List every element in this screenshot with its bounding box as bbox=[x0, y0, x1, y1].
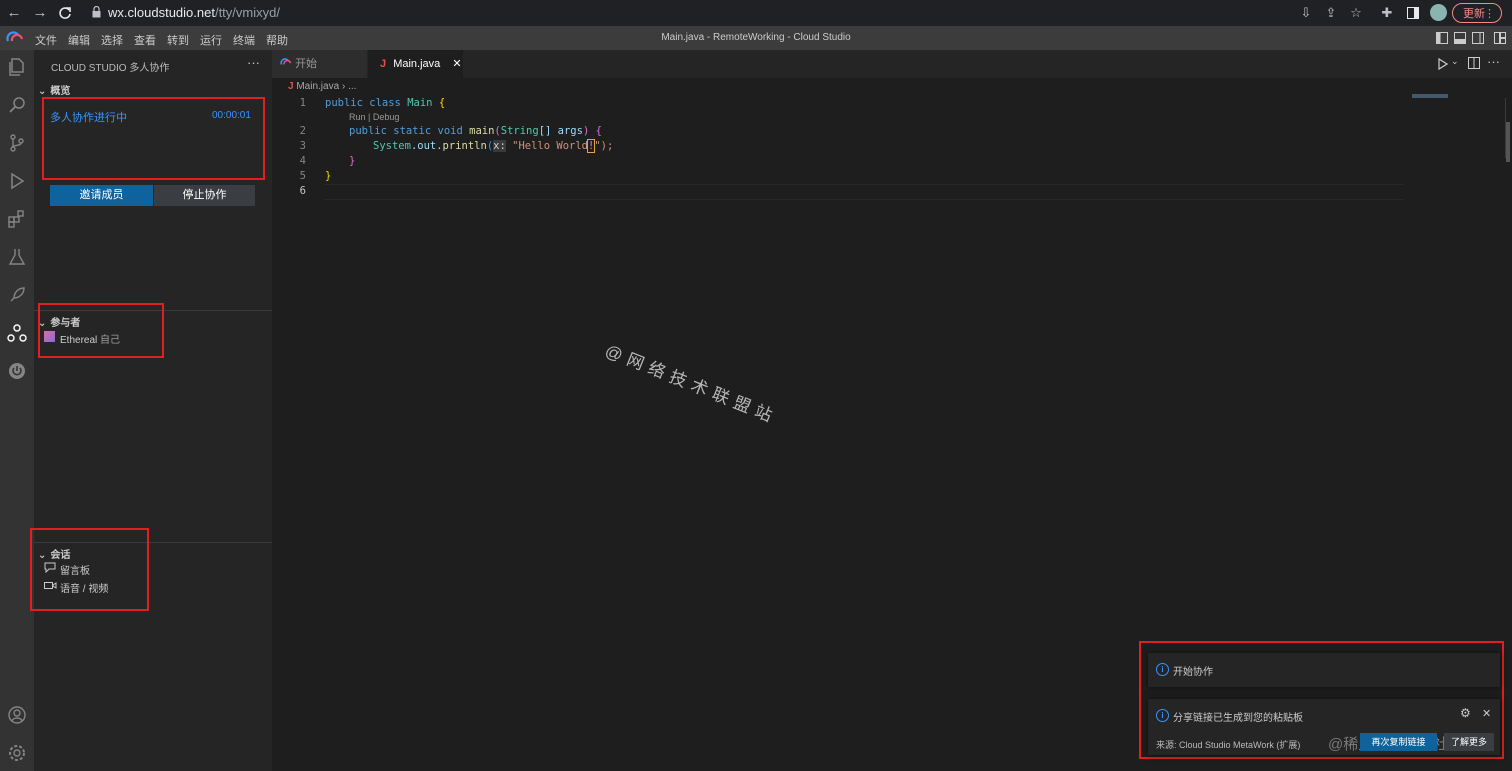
url-path: /tty/vmixyd/ bbox=[214, 5, 280, 20]
notification-start-text: 开始协作 bbox=[1173, 667, 1213, 678]
notification-share-text: 分享链接已生成到您的粘贴板 bbox=[1173, 713, 1303, 724]
copy-link-again-button[interactable]: 再次复制链接 bbox=[1360, 733, 1437, 751]
gear-icon[interactable]: ⚙ bbox=[1460, 706, 1471, 720]
testing-flask-icon[interactable] bbox=[5, 247, 29, 271]
gear-icon[interactable] bbox=[5, 743, 29, 767]
breadcrumb: J Main.java › ... bbox=[288, 81, 356, 92]
collaboration-icon[interactable] bbox=[5, 323, 29, 347]
address-bar[interactable]: wx.cloudstudio.net/tty/vmixyd/ bbox=[108, 5, 280, 20]
breadcrumb-rest[interactable]: ... bbox=[348, 81, 356, 92]
profile-avatar[interactable] bbox=[1430, 4, 1447, 21]
code-line-3: System.out.println(x: "Hello World!"); bbox=[373, 139, 614, 153]
line-number: 6 bbox=[299, 185, 306, 197]
stop-collab-button[interactable]: 停止协作 bbox=[154, 185, 255, 206]
line-number: 4 bbox=[299, 155, 306, 167]
title-bar: 文件 编辑 选择 查看 转到 运行 终端 帮助 Main.java - Remo… bbox=[0, 26, 1512, 50]
deploy-rocket-icon[interactable] bbox=[5, 285, 29, 309]
code-line-2: public static void main(String[] args) { bbox=[349, 125, 602, 137]
notification-source: 来源: Cloud Studio MetaWork (扩展) bbox=[1156, 740, 1301, 750]
back-icon[interactable]: ← bbox=[4, 3, 24, 23]
more-actions-icon[interactable]: ··· bbox=[1487, 54, 1500, 69]
more-vert-icon: ⋮ bbox=[1484, 8, 1495, 20]
line-number: 1 bbox=[299, 97, 306, 109]
overview-header-label: 概览 bbox=[50, 86, 71, 97]
lock-icon bbox=[92, 5, 101, 18]
close-icon[interactable]: ✕ bbox=[452, 58, 461, 70]
current-line-highlight bbox=[324, 184, 1404, 200]
tab-start[interactable]: 开始 bbox=[272, 50, 367, 78]
stop-label: 停止协作 bbox=[182, 189, 227, 201]
search-icon[interactable] bbox=[5, 95, 29, 119]
java-file-icon: J bbox=[288, 81, 294, 92]
learn-more-button[interactable]: 了解更多 bbox=[1444, 733, 1494, 751]
tab-start-label: 开始 bbox=[295, 58, 318, 70]
explorer-icon[interactable] bbox=[5, 57, 29, 81]
reload-icon[interactable] bbox=[55, 3, 75, 23]
install-icon[interactable]: ⇩ bbox=[1297, 4, 1315, 22]
line-number: 2 bbox=[299, 125, 306, 137]
invite-label: 邀请成员 bbox=[79, 189, 124, 201]
power-icon[interactable] bbox=[5, 361, 29, 385]
chevron-down-icon: ⌄ bbox=[38, 86, 47, 97]
inlay-hint: x: bbox=[493, 140, 506, 152]
vertical-scrollbar[interactable] bbox=[1506, 122, 1510, 162]
update-button[interactable]: 更新 ⋮ bbox=[1452, 3, 1502, 23]
activity-bar bbox=[0, 50, 34, 771]
line-number: 5 bbox=[299, 170, 306, 182]
window-title: Main.java - RemoteWorking - Cloud Studio bbox=[661, 32, 851, 43]
code-line-4: } bbox=[349, 155, 356, 167]
cloudstudio-logo-icon bbox=[280, 58, 292, 70]
notification-start: i 开始协作 bbox=[1148, 653, 1500, 687]
learn-more-label: 了解更多 bbox=[1450, 737, 1487, 747]
account-icon[interactable] bbox=[5, 705, 29, 729]
forward-icon[interactable]: → bbox=[30, 3, 50, 23]
browser-toolbar: ← → wx.cloudstudio.net/tty/vmixyd/ ⇩ ⇪ ☆… bbox=[0, 0, 1512, 26]
code-line-5: } bbox=[325, 170, 332, 182]
tab-main-java-label: Main.java bbox=[393, 58, 441, 70]
sidebar-title: CLOUD STUDIO 多人协作 bbox=[51, 63, 170, 74]
bookmark-star-icon[interactable]: ☆ bbox=[1347, 4, 1365, 22]
more-actions-icon[interactable]: ··· bbox=[247, 55, 260, 70]
notification-share-link: i 分享链接已生成到您的粘贴板 ⚙ ✕ 来源: Cloud Studio Met… bbox=[1148, 699, 1500, 755]
toggle-panel-icon[interactable] bbox=[1454, 32, 1466, 47]
source-control-icon[interactable] bbox=[5, 133, 29, 157]
info-icon: i bbox=[1156, 709, 1169, 722]
run-debug-icon[interactable] bbox=[5, 171, 29, 195]
url-host: wx.cloudstudio.net bbox=[108, 5, 215, 20]
update-label: 更新 bbox=[1463, 8, 1485, 20]
toggle-sidebar-icon[interactable] bbox=[1436, 32, 1448, 47]
breadcrumb-file[interactable]: Main.java bbox=[296, 81, 339, 92]
close-icon[interactable]: ✕ bbox=[1482, 707, 1491, 720]
sidepanel-icon[interactable] bbox=[1404, 4, 1422, 22]
invite-members-button[interactable]: 邀请成员 bbox=[50, 185, 153, 206]
toggle-secondary-sidebar-icon[interactable] bbox=[1472, 32, 1484, 47]
java-file-icon: J bbox=[380, 58, 387, 70]
extensions-icon[interactable]: ✚ bbox=[1378, 4, 1396, 22]
info-icon: i bbox=[1156, 663, 1169, 676]
copy-link-label: 再次复制链接 bbox=[1371, 737, 1426, 747]
tab-main-java[interactable]: J Main.java ✕ bbox=[368, 50, 463, 78]
chevron-right-icon: › bbox=[341, 81, 346, 92]
codelens-run-debug[interactable]: Run | Debug bbox=[349, 112, 399, 122]
minimap-preview[interactable] bbox=[1412, 94, 1448, 98]
annotation-box-participants bbox=[38, 303, 164, 358]
overview-section-header[interactable]: ⌄ 概览 bbox=[38, 82, 70, 97]
code-line-1: public class Main { bbox=[325, 97, 446, 109]
extensions-icon[interactable] bbox=[5, 209, 29, 233]
line-number: 3 bbox=[299, 140, 306, 152]
share-icon[interactable]: ⇪ bbox=[1322, 4, 1340, 22]
editor-tab-bar: 开始 J Main.java ✕ ⌄ ··· bbox=[272, 50, 1512, 78]
run-icon[interactable] bbox=[1436, 57, 1450, 74]
customize-layout-icon[interactable] bbox=[1494, 32, 1506, 47]
annotation-box-session bbox=[30, 528, 149, 611]
chevron-down-icon[interactable]: ⌄ bbox=[1451, 56, 1459, 67]
split-editor-icon[interactable] bbox=[1468, 57, 1480, 72]
scrollbar-track bbox=[1505, 98, 1506, 158]
annotation-box-overview bbox=[42, 97, 265, 180]
